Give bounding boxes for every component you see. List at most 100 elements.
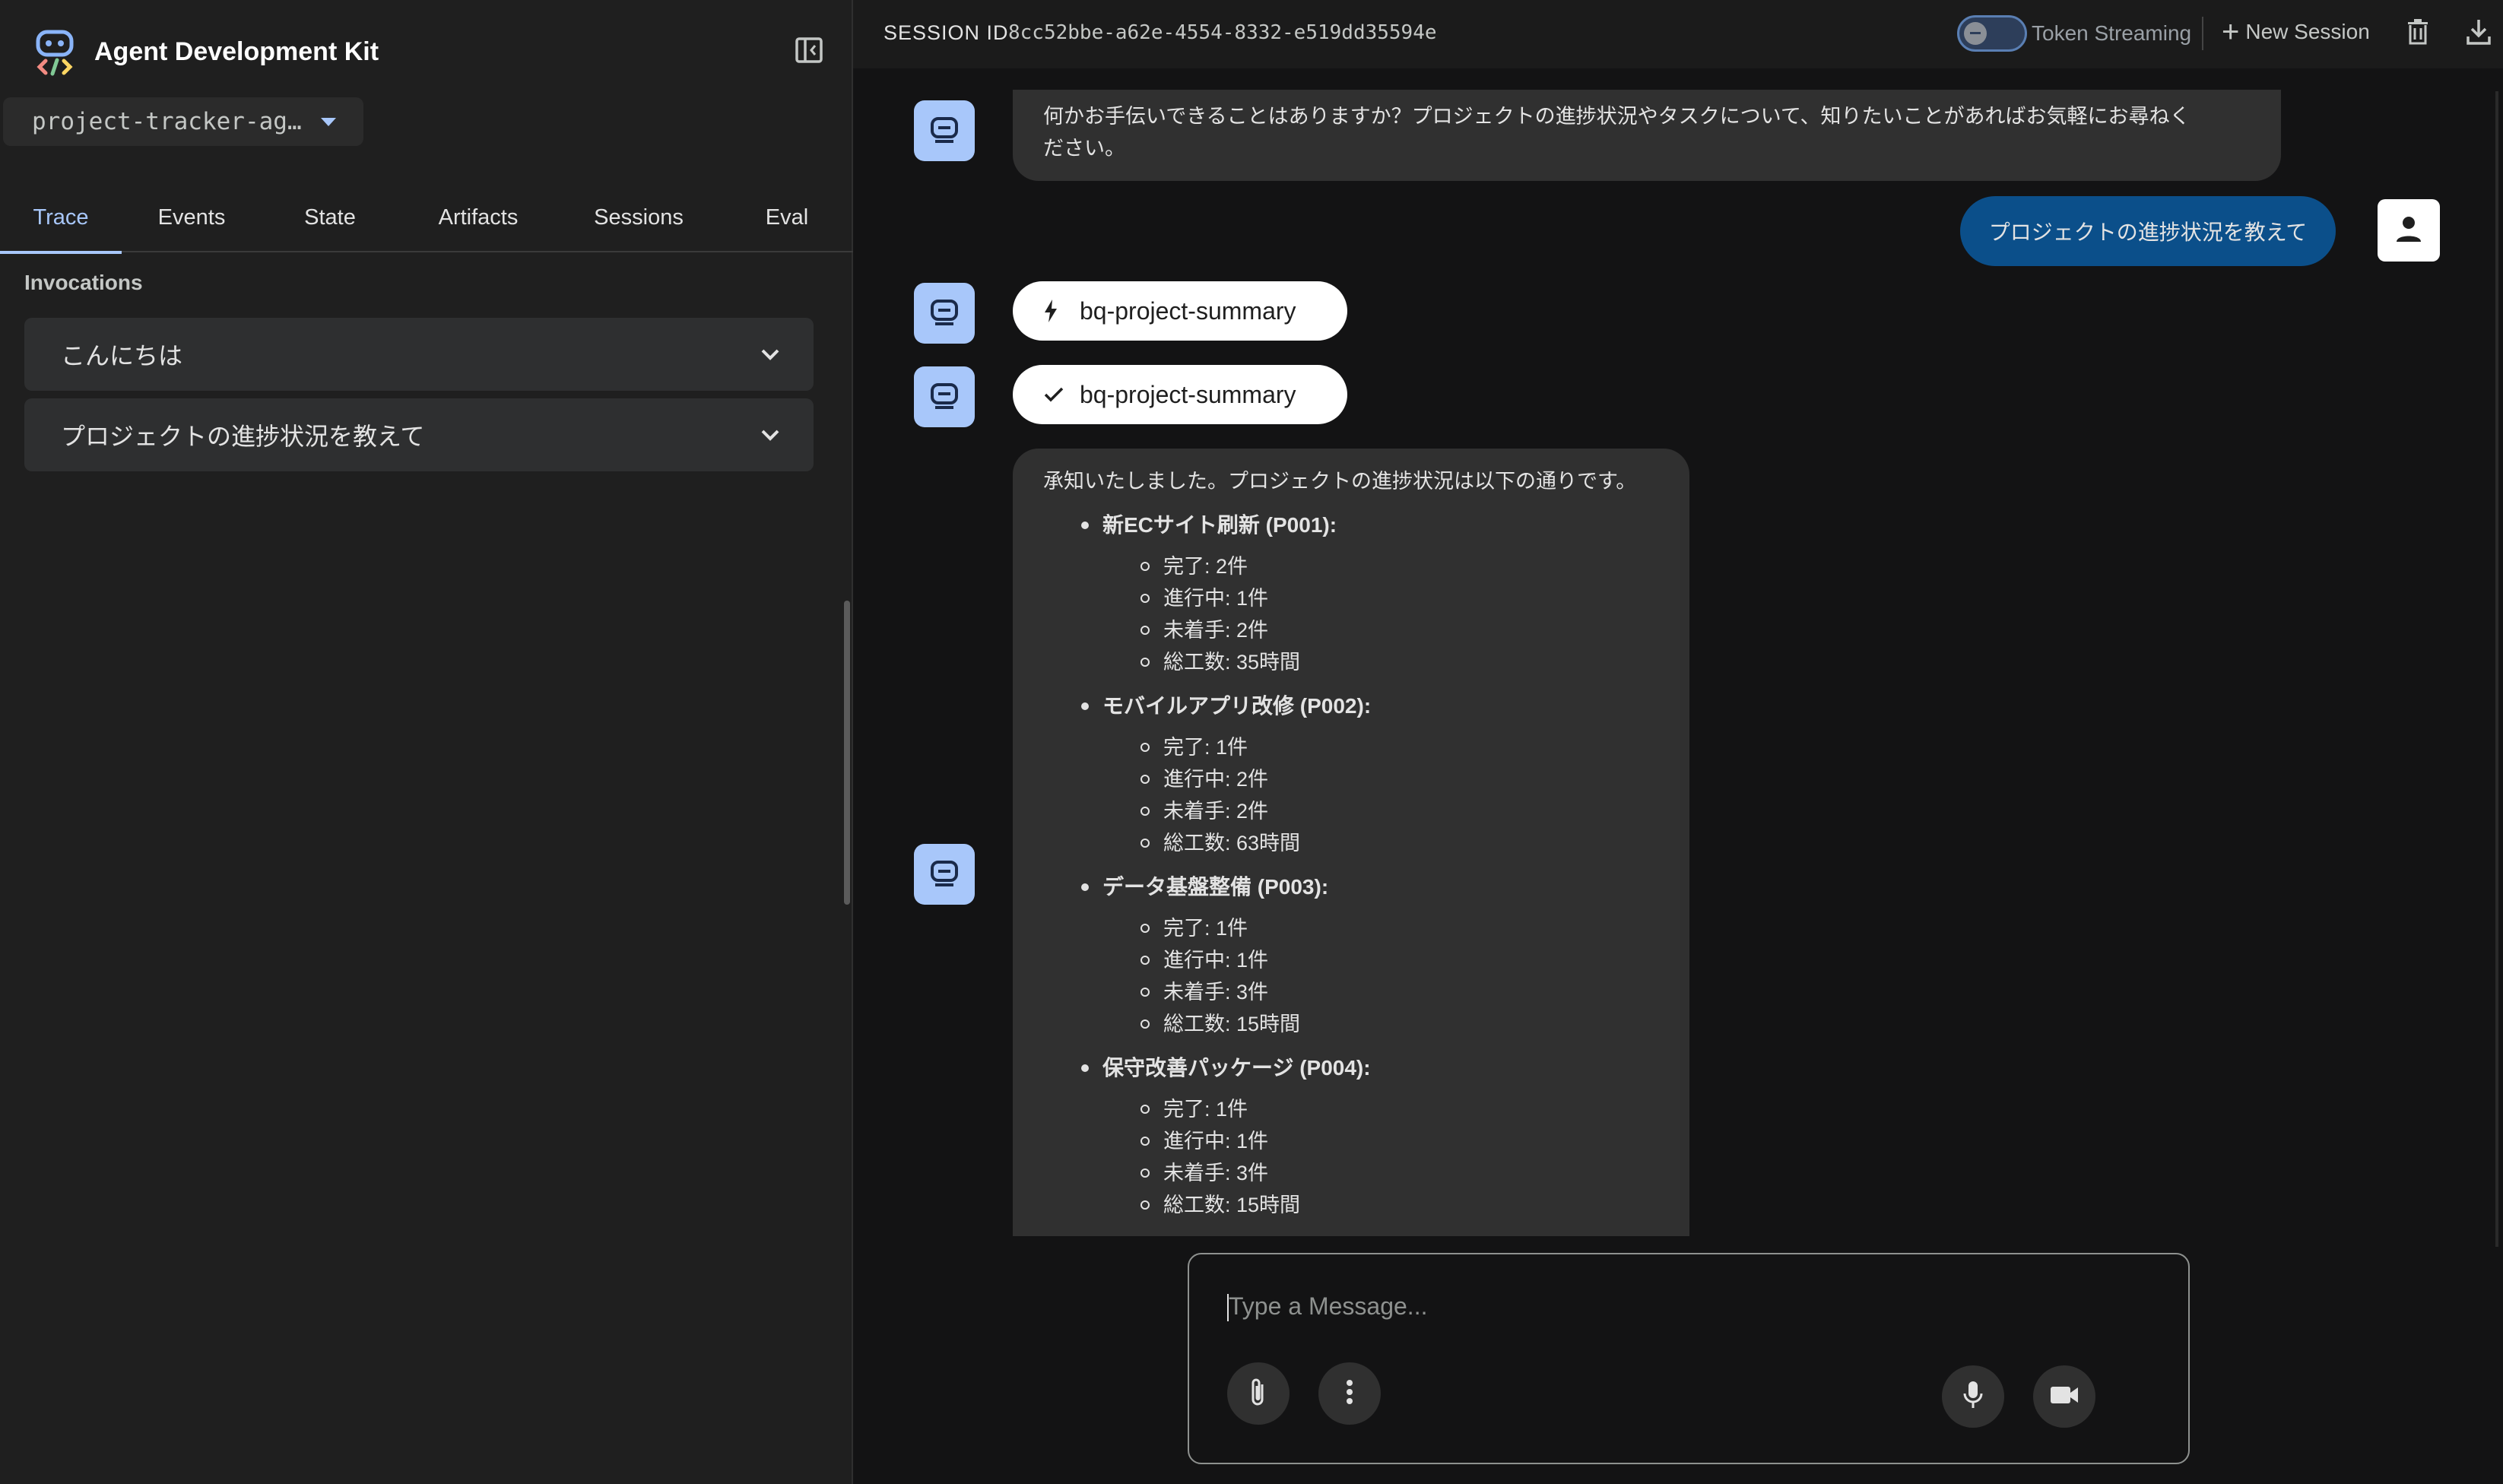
bot-icon — [929, 114, 960, 148]
more-options-button[interactable] — [1318, 1362, 1381, 1425]
project-stat: 完了: 2件 — [1043, 550, 1659, 582]
project-stat: 完了: 1件 — [1043, 1093, 1659, 1125]
sub-bullet — [1140, 775, 1150, 784]
bot-icon — [929, 858, 960, 892]
project-item: 保守改善パッケージ (P004): 完了: 1件 進行中: 1件 未着手: 3件… — [1043, 1052, 1659, 1221]
toolbar-divider — [2202, 17, 2203, 50]
tab-state[interactable]: State — [287, 182, 373, 252]
sidebar-collapse-icon — [794, 35, 824, 69]
tab-sessions[interactable]: Sessions — [584, 182, 693, 252]
sub-bullet — [1140, 1105, 1150, 1114]
bot-message-summary: 承知いたしました。プロジェクトの進捗状況は以下の通りです。 新ECサイト刷新 (… — [1013, 449, 1689, 1236]
project-stat: 総工数: 15時間 — [1043, 1008, 1659, 1040]
videocam-icon — [2049, 1384, 2079, 1410]
invocation-item[interactable]: こんにちは — [24, 318, 814, 391]
project-stat: 完了: 1件 — [1043, 731, 1659, 763]
invocation-item[interactable]: プロジェクトの進捗状況を教えて — [24, 398, 814, 471]
sidebar-scrollbar[interactable] — [844, 601, 850, 905]
download-icon — [2466, 18, 2492, 49]
project-title-row: データ基盤整備 (P003): — [1043, 871, 1659, 903]
new-session-button[interactable]: + New Session — [2222, 15, 2370, 49]
message-input[interactable]: Type a Message... — [1229, 1292, 1427, 1321]
tool-call-chip[interactable]: bq-project-summary — [1013, 281, 1347, 341]
sidebar-header: Agent Development Kit — [33, 27, 379, 76]
chat-scrollbar[interactable] — [2495, 91, 2498, 1247]
stat-text: 総工数: 63時間 — [1163, 832, 1301, 855]
mic-icon — [1962, 1380, 1984, 1414]
sub-bullet — [1140, 1200, 1150, 1210]
stat-text: 未着手: 3件 — [1163, 1162, 1269, 1184]
project-item: 新ECサイト刷新 (P001): 完了: 2件 進行中: 1件 未着手: 2件 … — [1043, 509, 1659, 678]
bot-avatar — [914, 100, 975, 161]
more-vert-icon — [1346, 1378, 1353, 1409]
token-streaming-toggle[interactable] — [1957, 15, 2027, 52]
tool-response-chip[interactable]: bq-project-summary — [1013, 365, 1347, 424]
plus-icon: + — [2222, 15, 2240, 49]
project-stat: 進行中: 1件 — [1043, 582, 1659, 614]
project-stats: 完了: 1件 進行中: 1件 未着手: 3件 総工数: 15時間 — [1043, 1093, 1659, 1221]
sub-bullet — [1140, 1137, 1150, 1146]
attach-button[interactable] — [1227, 1362, 1290, 1425]
download-button[interactable] — [2462, 17, 2495, 50]
project-title: 保守改善パッケージ (P004): — [1102, 1056, 1371, 1080]
invocation-label: こんにちは — [61, 342, 183, 369]
chevron-down-icon — [759, 344, 782, 372]
tool-call-label: bq-project-summary — [1080, 296, 1296, 325]
project-stat: 未着手: 2件 — [1043, 614, 1659, 646]
project-stats: 完了: 2件 進行中: 1件 未着手: 2件 総工数: 35時間 — [1043, 550, 1659, 678]
invocation-label: プロジェクトの進捗状況を教えて — [61, 423, 425, 450]
chevron-down-icon — [759, 424, 782, 452]
sub-bullet — [1140, 658, 1150, 667]
stat-text: 進行中: 1件 — [1163, 587, 1269, 610]
stat-text: 完了: 1件 — [1163, 917, 1248, 940]
stat-text: 進行中: 1件 — [1163, 1130, 1269, 1153]
new-session-label: New Session — [2245, 20, 2370, 43]
top-bar: SESSION ID 8cc52bbe-a62e-4554-8332-e519d… — [853, 0, 2503, 68]
tool-response-label: bq-project-summary — [1080, 380, 1296, 408]
bot-message-greeting: 何かお手伝いできることはありますか？プロジェクトの進捗状況やタスクについて、知り… — [1013, 90, 2281, 181]
adk-logo-icon — [33, 27, 76, 76]
delete-session-button[interactable] — [2401, 17, 2435, 50]
sub-bullet — [1140, 743, 1150, 752]
sub-bullet — [1140, 1019, 1150, 1029]
bullet — [1081, 702, 1089, 710]
sub-bullet — [1140, 839, 1150, 848]
message-composer: Type a Message... — [1188, 1253, 2190, 1464]
project-stat: 未着手: 2件 — [1043, 795, 1659, 827]
project-stat: 進行中: 2件 — [1043, 763, 1659, 795]
agent-selector[interactable]: project-tracker-ag… — [3, 97, 363, 146]
project-stat: 進行中: 1件 — [1043, 944, 1659, 976]
tab-trace[interactable]: Trace — [0, 182, 122, 254]
stat-text: 総工数: 15時間 — [1163, 1013, 1301, 1035]
sub-bullet — [1140, 956, 1150, 965]
agent-selector-value: project-tracker-ag… — [32, 108, 302, 135]
paperclip-icon — [1247, 1377, 1270, 1411]
sub-bullet — [1140, 1168, 1150, 1178]
project-item: データ基盤整備 (P003): 完了: 1件 進行中: 1件 未着手: 3件 総… — [1043, 871, 1659, 1040]
sub-bullet — [1140, 562, 1150, 571]
video-button[interactable] — [2033, 1365, 2095, 1428]
bolt-icon — [1043, 299, 1064, 323]
tab-artifacts[interactable]: Artifacts — [421, 182, 535, 252]
check-icon — [1043, 385, 1064, 404]
sidebar: Agent Development Kit project-tracker-ag… — [0, 0, 853, 1484]
sub-bullet — [1140, 988, 1150, 997]
project-item: モバイルアプリ改修 (P002): 完了: 1件 進行中: 2件 未着手: 2件… — [1043, 690, 1659, 859]
microphone-button[interactable] — [1942, 1365, 2004, 1428]
invocations-heading: Invocations — [24, 271, 143, 294]
stat-text: 完了: 2件 — [1163, 555, 1248, 578]
token-streaming-label: Token Streaming — [2032, 21, 2192, 45]
app-title: Agent Development Kit — [94, 36, 379, 66]
sidebar-collapse-button[interactable] — [792, 35, 826, 68]
tab-events[interactable]: Events — [141, 182, 242, 252]
bot-avatar — [914, 366, 975, 427]
project-title: データ基盤整備 (P003): — [1102, 875, 1329, 899]
stat-text: 未着手: 3件 — [1163, 981, 1269, 1004]
project-stat: 総工数: 35時間 — [1043, 646, 1659, 678]
tab-eval[interactable]: Eval — [753, 182, 821, 252]
person-icon — [2393, 213, 2425, 249]
stat-text: 完了: 1件 — [1163, 736, 1248, 759]
bot-avatar — [914, 283, 975, 344]
app-root: Agent Development Kit project-tracker-ag… — [0, 0, 2503, 1484]
project-title: 新ECサイト刷新 (P001): — [1102, 513, 1337, 537]
